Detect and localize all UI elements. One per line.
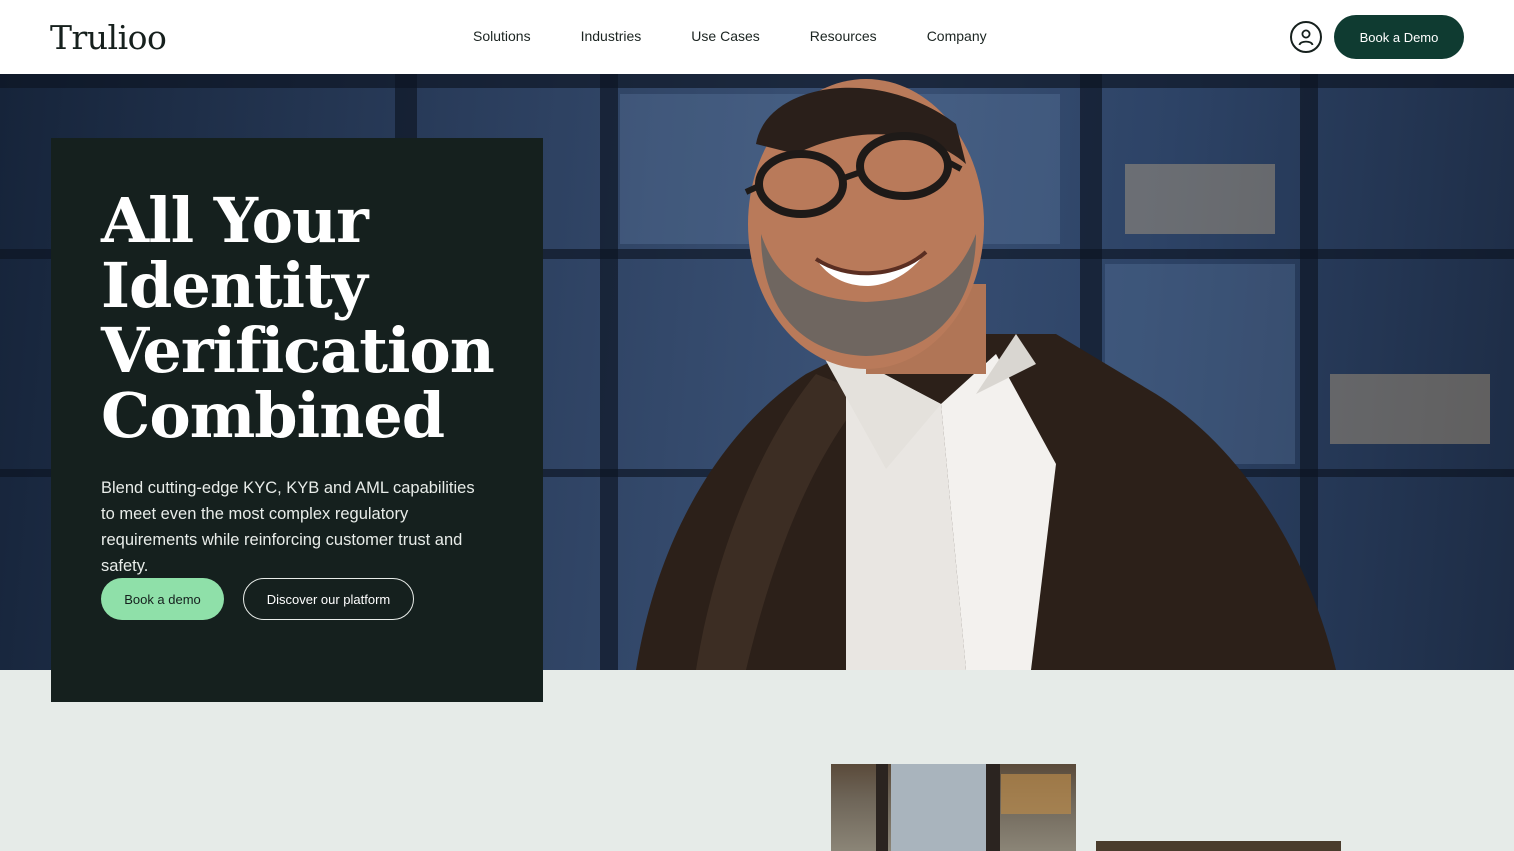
main-nav: Solutions Industries Use Cases Resources… [473, 28, 987, 44]
nav-company[interactable]: Company [927, 28, 987, 44]
hero-card: All Your Identity Verification Combined … [51, 138, 543, 702]
book-demo-button[interactable]: Book a demo [101, 578, 224, 620]
nav-solutions[interactable]: Solutions [473, 28, 531, 44]
user-icon [1298, 29, 1314, 46]
secondary-photo [1096, 841, 1341, 851]
smiling-man-photo [636, 79, 1336, 670]
trulioo-logo[interactable]: Trulioo [50, 18, 167, 57]
hero-title: All Your Identity Verification Combined [101, 188, 521, 448]
nav-industries[interactable]: Industries [581, 28, 642, 44]
site-header: Trulioo Solutions Industries Use Cases R… [0, 0, 1514, 74]
hero-title-line: Verification [101, 314, 495, 387]
account-button[interactable] [1290, 21, 1322, 53]
hero-title-line: Identity [101, 249, 368, 322]
nav-resources[interactable]: Resources [810, 28, 877, 44]
hero-title-line: Combined [101, 379, 445, 452]
discover-platform-button[interactable]: Discover our platform [243, 578, 414, 620]
hero-title-line: All Your [101, 184, 369, 257]
book-demo-header-button[interactable]: Book a Demo [1334, 15, 1464, 59]
office-meeting-photo [831, 764, 1076, 851]
nav-use-cases[interactable]: Use Cases [691, 28, 759, 44]
hero-description: Blend cutting-edge KYC, KYB and AML capa… [101, 479, 475, 575]
